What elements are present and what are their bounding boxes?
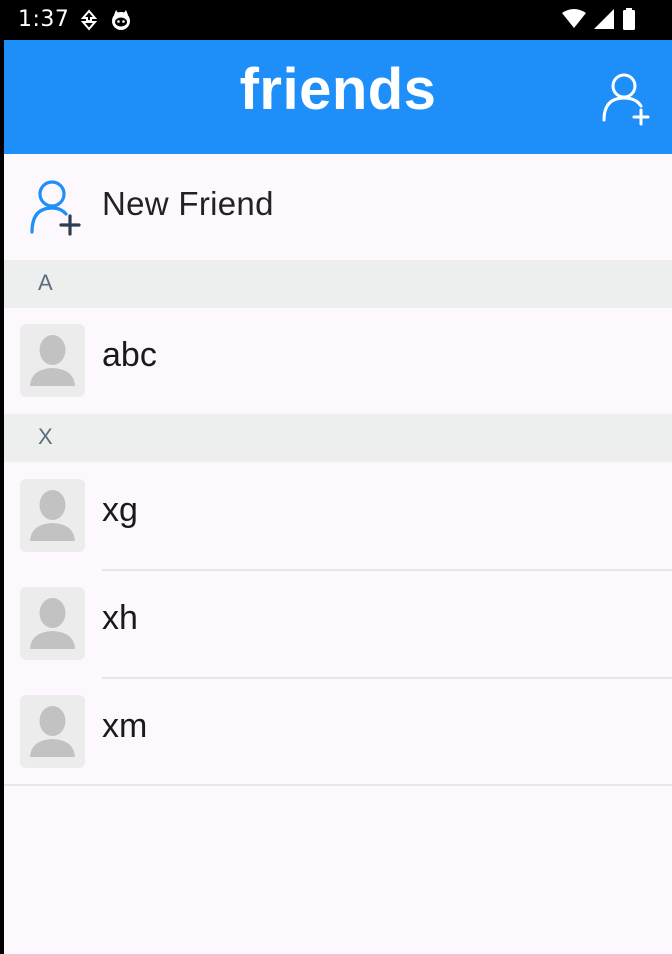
- contact-name: abc: [102, 336, 157, 374]
- wifi-icon: [562, 9, 586, 34]
- contact-row-xh[interactable]: xh: [4, 571, 672, 677]
- avatar: [20, 324, 85, 397]
- section-letter: A: [38, 270, 53, 295]
- app-bar: friends: [4, 40, 672, 154]
- section-header-x: X: [4, 414, 672, 462]
- contact-row-abc[interactable]: abc: [4, 308, 672, 414]
- divider: [4, 784, 672, 786]
- default-avatar-icon: [20, 598, 85, 660]
- contact-row-xg[interactable]: xg: [4, 463, 672, 569]
- add-friend-button[interactable]: [598, 70, 654, 126]
- status-time: 1:37: [18, 7, 70, 32]
- section-letter: X: [38, 424, 53, 449]
- status-bar: 1:37: [0, 0, 672, 40]
- default-avatar-icon: [20, 490, 85, 552]
- navigation-arrow-icon: [80, 9, 98, 36]
- new-friend-row[interactable]: New Friend: [4, 154, 672, 260]
- default-avatar-icon: [20, 706, 85, 768]
- friends-screen: 1:37 friends New Friend A abc X xg xh xm: [0, 0, 672, 954]
- avatar: [20, 587, 85, 660]
- avatar: [20, 479, 85, 552]
- contact-name: xg: [102, 491, 138, 529]
- avatar: [20, 695, 85, 768]
- cat-face-icon: [110, 9, 132, 36]
- page-title: friends: [239, 57, 437, 122]
- contact-name: xm: [102, 707, 148, 745]
- contact-row-xm[interactable]: xm: [4, 679, 672, 785]
- new-friend-label: New Friend: [102, 185, 274, 222]
- section-header-a: A: [4, 260, 672, 308]
- default-avatar-icon: [20, 335, 85, 397]
- contact-name: xh: [102, 599, 138, 637]
- cell-signal-icon: [594, 9, 614, 34]
- add-person-icon: [598, 73, 654, 130]
- battery-icon: [622, 8, 636, 35]
- add-person-icon: [26, 178, 84, 236]
